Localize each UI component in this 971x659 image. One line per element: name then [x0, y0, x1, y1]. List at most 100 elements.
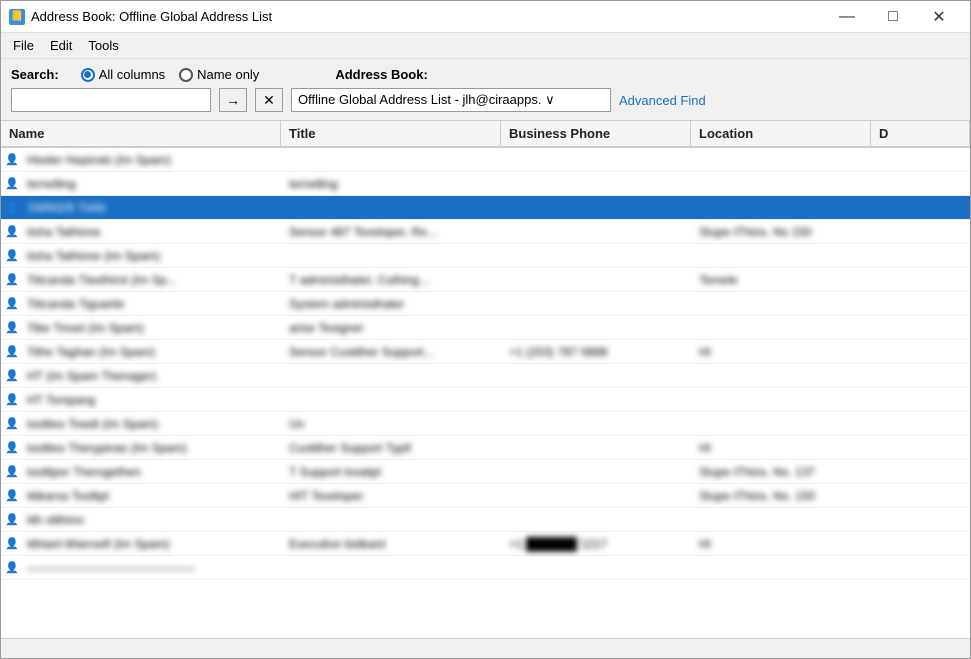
table-row[interactable]: 👤HT (Im Spam Thenager) [1, 364, 970, 388]
menu-edit[interactable]: Edit [42, 35, 80, 56]
cell-phone [501, 445, 691, 451]
row-icon: 👤 [1, 222, 19, 241]
search-clear-button[interactable]: ✕ [255, 88, 283, 112]
cell-d [871, 205, 970, 211]
column-header-phone: Business Phone [501, 121, 691, 146]
cell-location: HI [691, 534, 871, 554]
cell-phone [501, 277, 691, 283]
cell-title: ternelling [281, 174, 501, 194]
table-row[interactable]: 👤tisha Tathinne (Im Spam) [1, 244, 970, 268]
cell-title [281, 373, 501, 379]
advanced-find-link[interactable]: Advanced Find [619, 93, 706, 108]
table-row[interactable]: 👤TARKER TIAN [1, 196, 970, 220]
table-row[interactable]: 👤Heeler Hepinski (Im Spam) [1, 148, 970, 172]
table-row[interactable]: 👤HT Tompang [1, 388, 970, 412]
cell-d [871, 277, 970, 283]
status-bar [1, 638, 970, 658]
title-bar-controls: — □ ✕ [824, 1, 962, 33]
table-row[interactable]: 👤toolties Towdi (Im Spam)Un [1, 412, 970, 436]
table-row[interactable]: 👤iith olithino [1, 508, 970, 532]
table-row[interactable]: 👤Tithe Taghan (Im Spam)Sensor Custither … [1, 340, 970, 364]
table-header: Name Title Business Phone Location D [1, 121, 970, 148]
cell-phone [501, 181, 691, 187]
cell-title: HIT Teveloper [281, 486, 501, 506]
row-icon: 👤 [1, 342, 19, 361]
cell-location: Stupe tThins, No. 137 [691, 462, 871, 482]
table-row[interactable]: 👤titikarsa TooltiplHIT TeveloperStupe tT… [1, 484, 970, 508]
radio-name-only-circle [179, 68, 193, 82]
address-book-dropdown[interactable]: Offline Global Address List - jlh@ciraap… [291, 88, 611, 112]
cell-title: System administhater [281, 294, 501, 314]
cell-title: Executive tistikant [281, 534, 501, 554]
row-icon: 👤 [1, 366, 19, 385]
cell-location [691, 421, 871, 427]
cell-location [691, 517, 871, 523]
cell-name: Tibe Tinsel (Im Spam) [19, 318, 281, 338]
table-row[interactable]: 👤Titicanda Tleethirst (Im Sp...T adminis… [1, 268, 970, 292]
table-row[interactable]: 👤toolties Therypinas (Im Spam)Custither … [1, 436, 970, 460]
cell-name: tithianl tthierself (Im Spam) [19, 534, 281, 554]
table-row[interactable]: 👤Titicanda TiguariteSystem administhater [1, 292, 970, 316]
cell-d [871, 373, 970, 379]
cell-title [281, 205, 501, 211]
cell-phone: +1 ██████ 1217 [501, 534, 691, 554]
maximize-button[interactable]: □ [870, 1, 916, 33]
cell-location [691, 181, 871, 187]
table-row[interactable]: 👤tithianl tthierself (Im Spam)Executive … [1, 532, 970, 556]
cell-name: Heeler Hepinski (Im Spam) [19, 150, 281, 170]
row-icon: 👤 [1, 558, 19, 577]
title-bar: 📒 Address Book: Offline Global Address L… [1, 1, 970, 33]
cell-d [871, 325, 970, 331]
cell-location [691, 373, 871, 379]
cell-name: tooltipor Therogethen [19, 462, 281, 482]
cell-d [871, 349, 970, 355]
table-row[interactable]: 👤ternellingternelling [1, 172, 970, 196]
row-icon: 👤 [1, 150, 19, 169]
cell-phone [501, 205, 691, 211]
cell-name: titikarsa Tooltipl [19, 486, 281, 506]
table-row[interactable]: 👤tooltipor TherogethenT Support treatipl… [1, 460, 970, 484]
radio-all-columns-label: All columns [99, 67, 165, 82]
toolbar-input-row: → ✕ Offline Global Address List - jlh@ci… [11, 88, 960, 112]
table-row[interactable]: 👤—————————————— [1, 556, 970, 580]
radio-name-only[interactable]: Name only [179, 67, 259, 82]
cell-location: Stupe tThins, No. 150 [691, 486, 871, 506]
search-input[interactable] [11, 88, 211, 112]
main-window: 📒 Address Book: Offline Global Address L… [0, 0, 971, 659]
cell-title: T administhater, Cuthing... [281, 270, 501, 290]
cell-phone [501, 421, 691, 427]
cell-title [281, 397, 501, 403]
cell-phone [501, 397, 691, 403]
menu-bar: File Edit Tools [1, 33, 970, 59]
cell-phone [501, 157, 691, 163]
minimize-button[interactable]: — [824, 1, 870, 33]
cell-title: Sensor 487 Teveloper, Re... [281, 222, 501, 242]
row-icon: 👤 [1, 534, 19, 553]
cell-phone [501, 565, 691, 571]
cell-location: HI [691, 438, 871, 458]
row-icon: 👤 [1, 510, 19, 529]
row-icon: 👤 [1, 438, 19, 457]
row-icon: 👤 [1, 174, 19, 193]
cell-name: HT (Im Spam Thenager) [19, 366, 281, 386]
cell-location: Stupe tThins, No 150 [691, 222, 871, 242]
cell-title: Sensor Custither Support... [281, 342, 501, 362]
menu-tools[interactable]: Tools [80, 35, 126, 56]
cell-d [871, 565, 970, 571]
table-row[interactable]: 👤tisha TathinneSensor 487 Teveloper, Re.… [1, 220, 970, 244]
address-book-dropdown-value: Offline Global Address List - jlh@ciraap… [298, 92, 604, 108]
cell-name: toolties Towdi (Im Spam) [19, 414, 281, 434]
cell-d [871, 493, 970, 499]
row-icon: 👤 [1, 414, 19, 433]
search-go-button[interactable]: → [219, 88, 247, 112]
cell-name: iith olithino [19, 510, 281, 530]
cell-title [281, 517, 501, 523]
menu-file[interactable]: File [5, 35, 42, 56]
close-button[interactable]: ✕ [916, 1, 962, 33]
app-icon: 📒 [9, 9, 25, 25]
table-row[interactable]: 👤Tibe Tinsel (Im Spam)arise Tesigner [1, 316, 970, 340]
cell-d [871, 517, 970, 523]
radio-all-columns[interactable]: All columns [81, 67, 165, 82]
cell-name: TARKER TIAN [19, 198, 281, 218]
cell-location: Temele [691, 270, 871, 290]
